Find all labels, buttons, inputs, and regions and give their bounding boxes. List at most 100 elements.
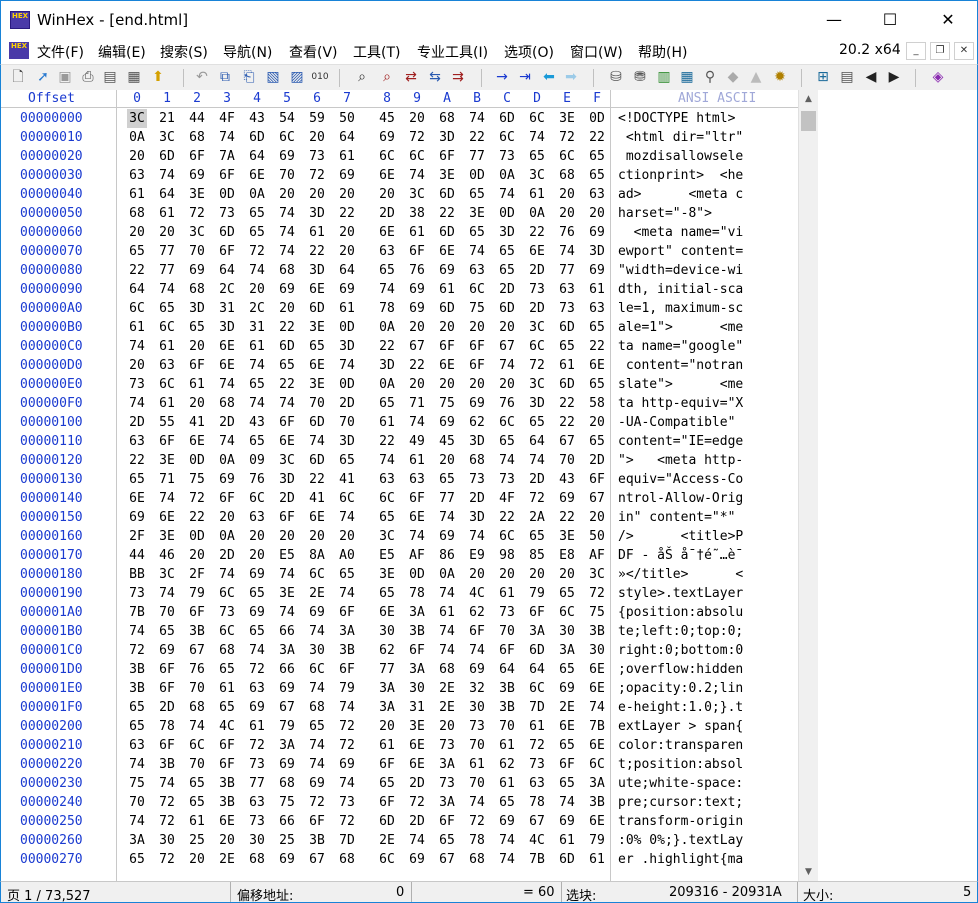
hex-byte[interactable]: 72 [247, 660, 267, 679]
hex-byte[interactable]: 3E [467, 204, 487, 223]
hex-byte[interactable]: 0D [407, 565, 427, 584]
row-offset[interactable]: 00000050 [20, 204, 83, 223]
hex-byte[interactable]: 09 [247, 451, 267, 470]
hex-byte[interactable]: 73 [437, 736, 457, 755]
hex-byte[interactable]: 69 [337, 755, 357, 774]
hex-byte[interactable]: 69 [337, 280, 357, 299]
hex-byte[interactable]: 3A [377, 679, 397, 698]
hex-byte[interactable]: 74 [127, 622, 147, 641]
winhex-app-icon[interactable]: HEX [10, 11, 30, 29]
hex-byte[interactable]: 3D [337, 337, 357, 356]
hex-byte[interactable]: 65 [247, 223, 267, 242]
hex-byte[interactable]: 68 [307, 698, 327, 717]
hex-byte[interactable]: 63 [247, 679, 267, 698]
hex-byte[interactable]: 30 [377, 622, 397, 641]
hex-byte[interactable]: 0A [217, 527, 237, 546]
hex-byte[interactable]: 6D [307, 413, 327, 432]
hex-byte[interactable]: 74 [127, 812, 147, 831]
ascii-text[interactable]: ntrol-Allow-Orig [618, 489, 743, 508]
hex-byte[interactable]: 6E [587, 356, 607, 375]
hex-byte[interactable]: 68 [277, 261, 297, 280]
hex-byte[interactable]: 75 [437, 394, 457, 413]
hex-byte[interactable]: 6C [217, 622, 237, 641]
hex-byte[interactable]: 20 [407, 109, 427, 128]
hex-byte[interactable]: 61 [157, 204, 177, 223]
hex-byte[interactable]: 2D [407, 774, 427, 793]
hex-byte[interactable]: 63 [377, 242, 397, 261]
hex-byte[interactable]: 63 [127, 166, 147, 185]
hex-byte[interactable]: 67 [437, 850, 457, 869]
hex-byte[interactable]: 75 [127, 774, 147, 793]
hex-byte[interactable]: 73 [217, 603, 237, 622]
ascii-text[interactable]: content="notran [618, 356, 743, 375]
hex-byte[interactable]: 86 [437, 546, 457, 565]
hash-icon[interactable]: ◆ [724, 68, 742, 86]
open-file-icon[interactable]: ➚ [34, 68, 52, 86]
hex-byte[interactable]: 20 [127, 223, 147, 242]
hex-byte[interactable]: 74 [337, 698, 357, 717]
hex-byte[interactable]: 6C [467, 280, 487, 299]
hex-byte[interactable]: 20 [187, 546, 207, 565]
compare-icon[interactable]: ▲ [747, 68, 765, 86]
hex-byte[interactable]: 20 [187, 850, 207, 869]
hex-byte[interactable]: 69 [557, 679, 577, 698]
ascii-text[interactable]: dth, initial-sca [618, 280, 743, 299]
ascii-text[interactable]: ute;white-space: [618, 774, 743, 793]
hex-byte[interactable]: 65 [557, 584, 577, 603]
hex-byte[interactable]: 20 [307, 185, 327, 204]
hex-byte[interactable]: 69 [587, 223, 607, 242]
hex-byte[interactable]: 64 [337, 128, 357, 147]
hex-byte[interactable]: 73 [127, 375, 147, 394]
hex-byte[interactable]: 65 [307, 717, 327, 736]
hex-byte[interactable]: 76 [557, 223, 577, 242]
hex-byte[interactable]: E9 [467, 546, 487, 565]
hex-byte[interactable]: 73 [557, 299, 577, 318]
hex-byte[interactable]: 65 [467, 185, 487, 204]
row-offset[interactable]: 00000250 [20, 812, 83, 831]
hex-byte[interactable]: 3D [307, 261, 327, 280]
hex-byte[interactable]: 6F [377, 793, 397, 812]
hex-byte[interactable]: 30 [587, 641, 607, 660]
hex-byte[interactable]: 2D [527, 299, 547, 318]
hex-byte[interactable]: 6E [587, 812, 607, 831]
hex-byte[interactable]: 73 [307, 147, 327, 166]
hex-byte[interactable]: 69 [467, 660, 487, 679]
hex-byte[interactable]: 44 [127, 546, 147, 565]
hex-byte[interactable]: 0D [497, 204, 517, 223]
hex-byte[interactable]: 75 [587, 603, 607, 622]
hex-byte[interactable]: 74 [497, 831, 517, 850]
hex-byte[interactable]: 22 [127, 451, 147, 470]
hex-byte[interactable]: 20 [277, 299, 297, 318]
ascii-text[interactable]: t;position:absol [618, 755, 743, 774]
hex-byte[interactable]: 73 [527, 755, 547, 774]
hex-byte[interactable]: 61 [587, 850, 607, 869]
hex-byte[interactable]: 6E [187, 432, 207, 451]
hex-byte[interactable]: 76 [247, 470, 267, 489]
ascii-text[interactable]: ewport" content= [618, 242, 743, 261]
hex-byte[interactable]: 54 [277, 109, 297, 128]
hex-byte[interactable]: 3A [557, 641, 577, 660]
hex-byte[interactable]: 3D [307, 204, 327, 223]
hex-byte[interactable]: 6D [497, 109, 517, 128]
ascii-text[interactable]: ta name="google" [618, 337, 743, 356]
hex-byte[interactable]: 22 [377, 432, 397, 451]
menu-edit[interactable]: 编辑(E) [98, 42, 146, 62]
hex-byte[interactable]: BB [127, 565, 147, 584]
hex-byte[interactable]: 6C [527, 679, 547, 698]
hex-byte[interactable]: 6D [437, 223, 457, 242]
hex-byte[interactable]: 3A [337, 622, 357, 641]
doc-restore-button[interactable]: ❐ [930, 42, 950, 60]
hex-byte[interactable]: 3A [527, 622, 547, 641]
ascii-text[interactable]: "width=device-wi [618, 261, 743, 280]
hex-byte[interactable]: 75 [467, 299, 487, 318]
hex-byte[interactable]: 67 [187, 641, 207, 660]
hex-byte[interactable]: 4C [217, 717, 237, 736]
hex-byte[interactable]: 7D [527, 698, 547, 717]
hex-byte[interactable]: 69 [407, 299, 427, 318]
row-offset[interactable]: 00000270 [20, 850, 83, 869]
hex-byte[interactable]: 74 [277, 242, 297, 261]
hex-byte[interactable]: 3C [377, 527, 397, 546]
hex-byte[interactable]: 79 [277, 717, 297, 736]
hex-byte[interactable]: 6E [277, 432, 297, 451]
hex-byte[interactable]: 61 [587, 280, 607, 299]
